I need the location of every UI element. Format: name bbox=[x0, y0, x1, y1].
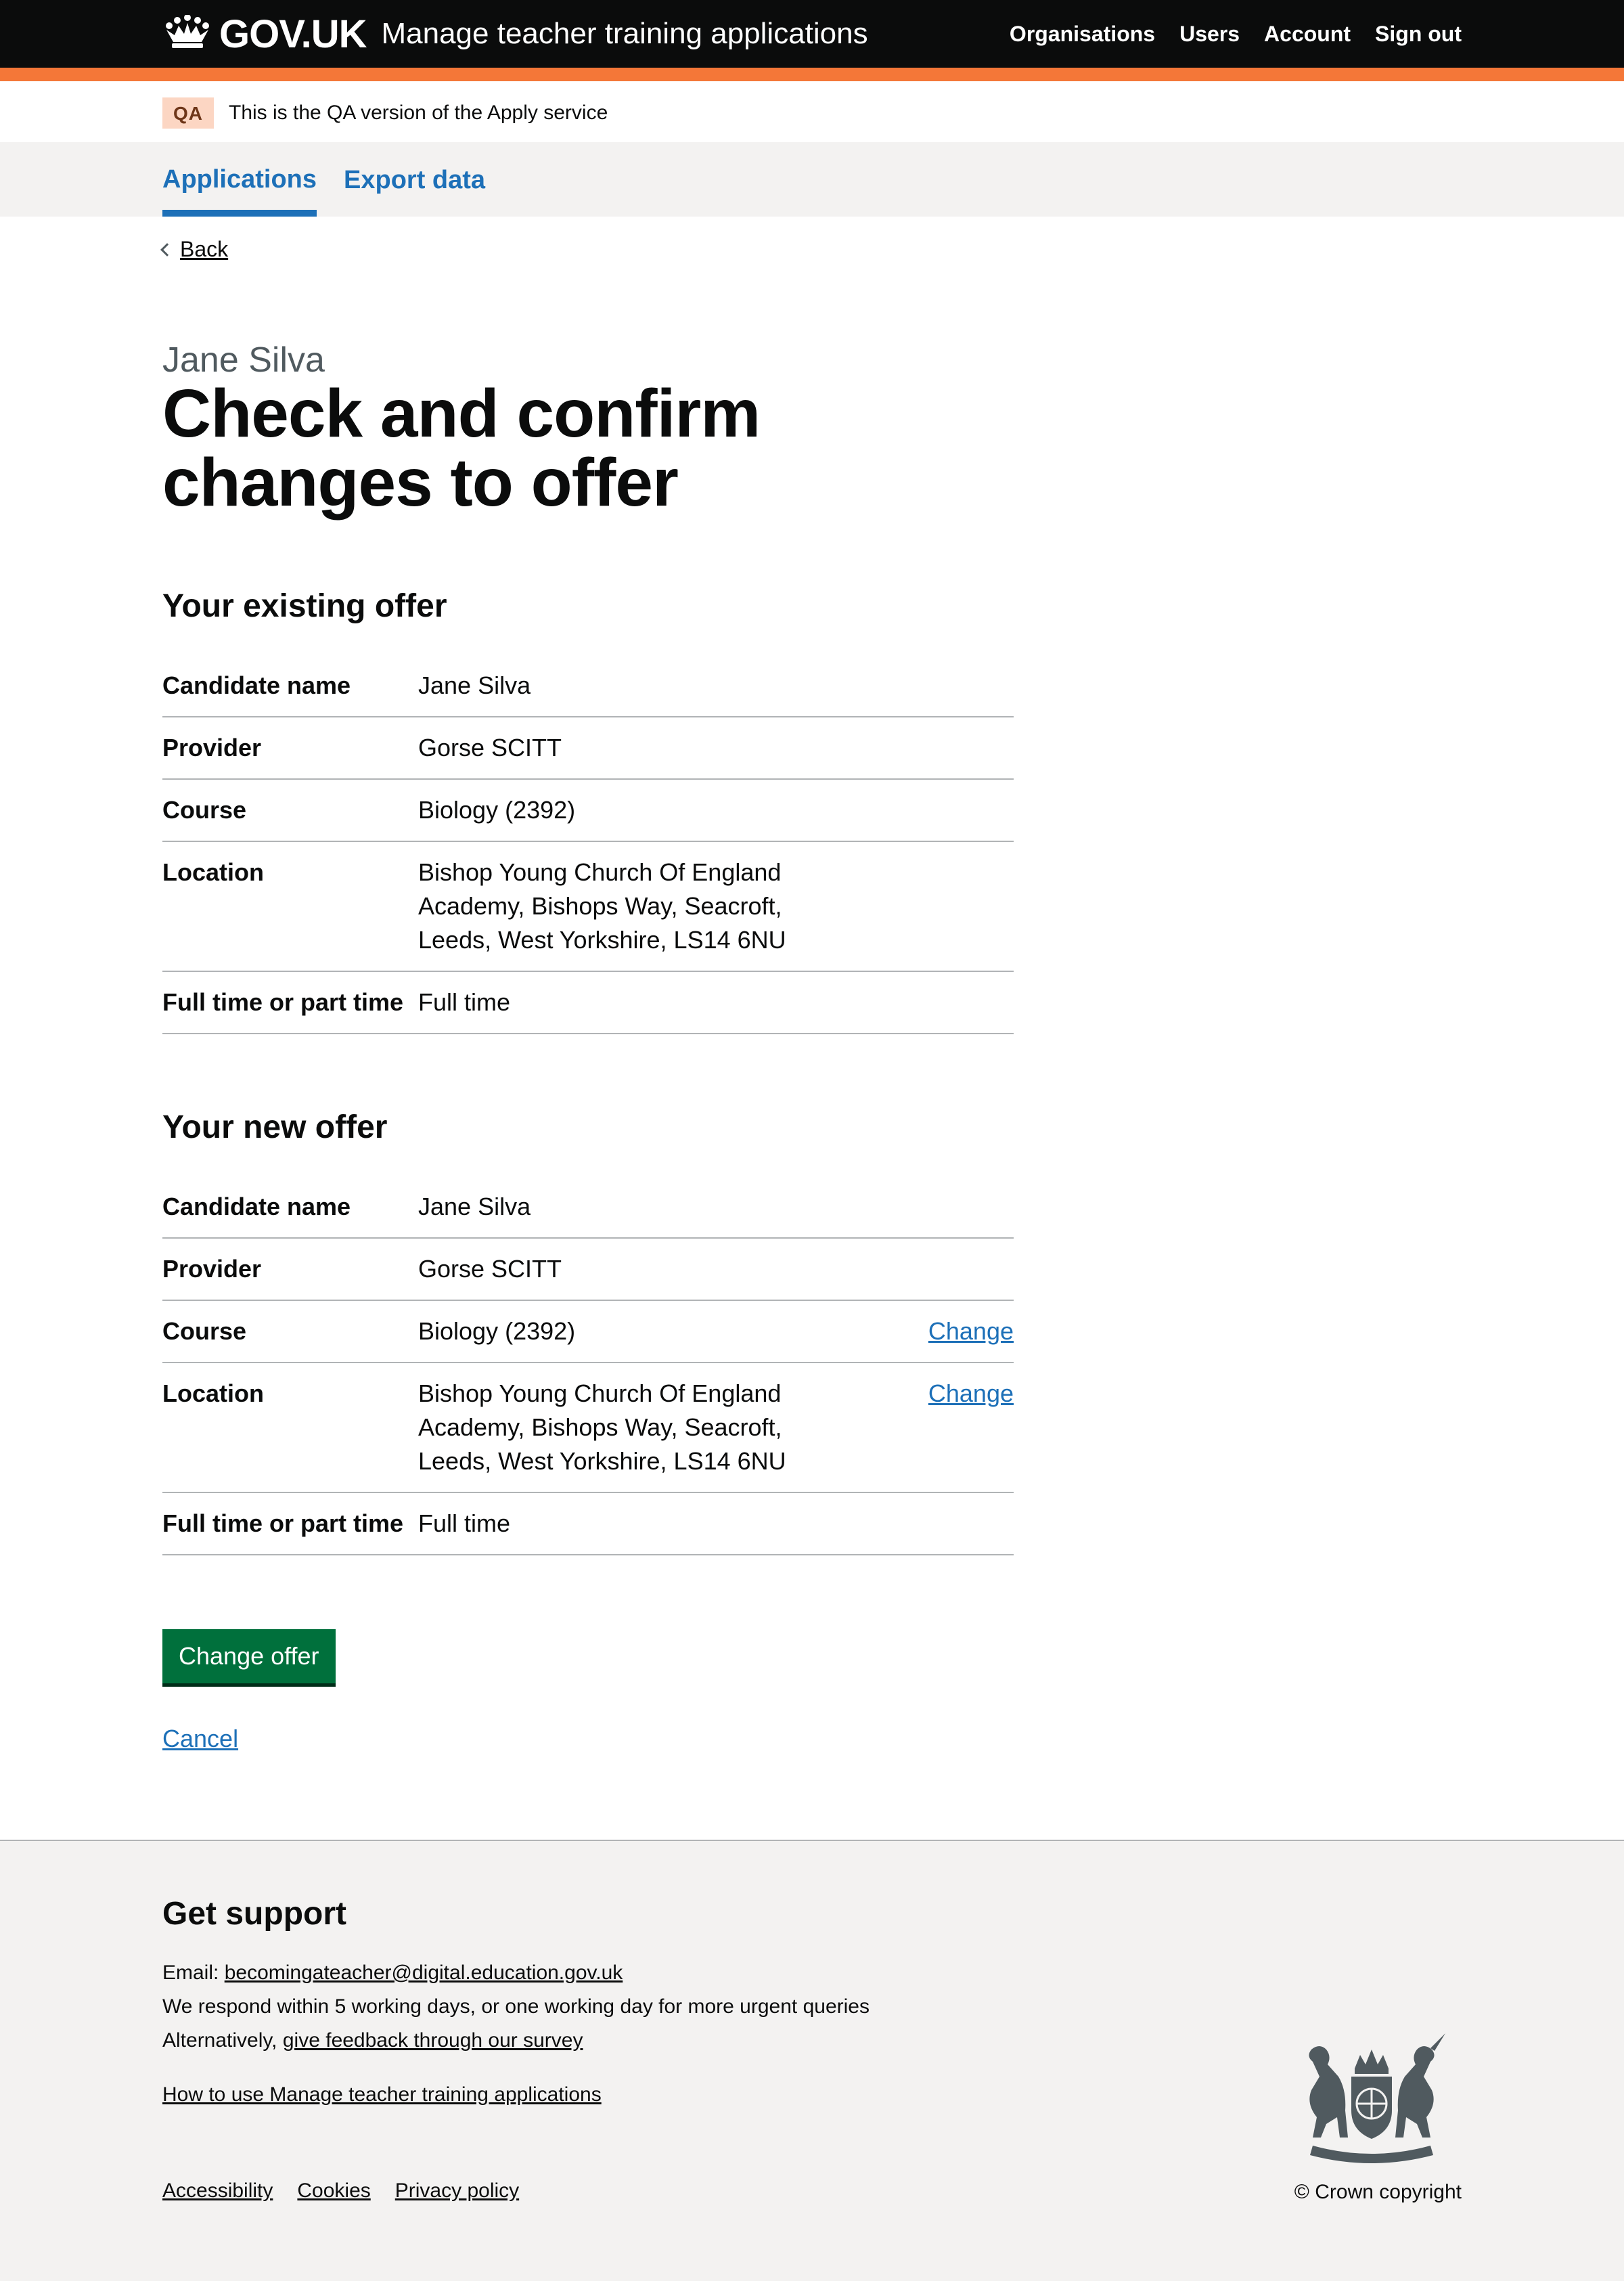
summary-row-provider: Provider Gorse SCITT bbox=[162, 717, 1014, 780]
change-course-link[interactable]: Change bbox=[928, 1317, 1014, 1345]
summary-key: Candidate name bbox=[162, 1193, 351, 1220]
footer-response-text: We respond within 5 working days, or one… bbox=[162, 1995, 870, 2018]
summary-key: Full time or part time bbox=[162, 988, 404, 1016]
summary-row-course: Course Biology (2392) bbox=[162, 780, 1014, 842]
royal-coat-of-arms-icon bbox=[1286, 2029, 1458, 2167]
summary-row-location: Location Bishop Young Church Of England … bbox=[162, 842, 1014, 972]
page-title: Check and confirm changes to offer bbox=[162, 376, 761, 521]
summary-value: Biology (2392) bbox=[418, 1317, 576, 1345]
summary-value: Full time bbox=[418, 988, 511, 1016]
footer-link-cookies[interactable]: Cookies bbox=[297, 2179, 370, 2202]
footer-heading: Get support bbox=[162, 1896, 346, 1932]
summary-value: Bishop Young Church Of England Academy, … bbox=[418, 858, 786, 954]
summary-value: Jane Silva bbox=[418, 671, 531, 699]
new-offer-heading: Your new offer bbox=[162, 1109, 388, 1145]
summary-action: Change bbox=[928, 1377, 1014, 1478]
phase-banner: QA This is the QA version of the Apply s… bbox=[0, 81, 1624, 142]
govuk-logo-text: GOV.UK bbox=[219, 12, 367, 56]
summary-row-study-mode: Full time or part time Full time bbox=[162, 972, 1014, 1034]
footer-alt-prefix: Alternatively, bbox=[162, 2029, 277, 2052]
summary-row-course: Course Biology (2392) Change bbox=[162, 1301, 1014, 1363]
summary-row-candidate-name: Candidate name Jane Silva bbox=[162, 655, 1014, 717]
crown-icon bbox=[162, 14, 219, 53]
summary-value: Gorse SCITT bbox=[418, 1255, 562, 1283]
back-link[interactable]: Back bbox=[180, 237, 228, 262]
footer-how-to-line: How to use Manage teacher training appli… bbox=[162, 2083, 602, 2106]
existing-offer-summary: Candidate name Jane Silva Provider Gorse… bbox=[162, 655, 1014, 1034]
footer-feedback-line: Alternatively, give feedback through our… bbox=[162, 2029, 583, 2052]
change-offer-button[interactable]: Change offer bbox=[162, 1629, 336, 1683]
header-nav: Organisations Users Account Sign out bbox=[1010, 22, 1462, 47]
summary-key: Course bbox=[162, 796, 247, 824]
footer-survey-link[interactable]: give feedback through our survey bbox=[283, 2029, 583, 2052]
site-footer: Get support Email: becomingateacher@digi… bbox=[0, 1840, 1624, 2281]
footer-email-label: Email: bbox=[162, 1962, 219, 1984]
header-nav-users[interactable]: Users bbox=[1179, 22, 1240, 47]
header-nav-sign-out[interactable]: Sign out bbox=[1375, 22, 1462, 47]
summary-key: Candidate name bbox=[162, 671, 351, 699]
summary-value: Gorse SCITT bbox=[418, 734, 562, 761]
footer-email-link[interactable]: becomingateacher@digital.education.gov.u… bbox=[225, 1962, 623, 1984]
summary-row-location: Location Bishop Young Church Of England … bbox=[162, 1363, 1014, 1493]
header-nav-organisations[interactable]: Organisations bbox=[1010, 22, 1155, 47]
new-offer-summary: Candidate name Jane Silva Provider Gorse… bbox=[162, 1176, 1014, 1555]
existing-offer-heading: Your existing offer bbox=[162, 588, 447, 624]
summary-value: Biology (2392) bbox=[418, 796, 576, 824]
primary-nav-export-data[interactable]: Export data bbox=[344, 142, 485, 217]
footer-how-to-link[interactable]: How to use Manage teacher training appli… bbox=[162, 2083, 602, 2106]
summary-key: Full time or part time bbox=[162, 1509, 404, 1537]
header-nav-account[interactable]: Account bbox=[1264, 22, 1351, 47]
primary-nav-applications[interactable]: Applications bbox=[162, 142, 317, 217]
summary-action: Change bbox=[928, 1314, 1014, 1348]
change-location-link[interactable]: Change bbox=[928, 1379, 1014, 1407]
phase-banner-text: This is the QA version of the Apply serv… bbox=[229, 102, 608, 124]
summary-key: Provider bbox=[162, 1255, 262, 1283]
crown-copyright-link[interactable]: © Crown copyright bbox=[1294, 2181, 1462, 2203]
phase-tag: QA bbox=[162, 97, 214, 129]
crown-copyright: © Crown copyright bbox=[1294, 2181, 1462, 2204]
service-name-link[interactable]: Manage teacher training applications bbox=[381, 17, 867, 51]
cancel-link[interactable]: Cancel bbox=[162, 1725, 238, 1753]
footer-link-accessibility[interactable]: Accessibility bbox=[162, 2179, 273, 2202]
back-link-container: Back bbox=[160, 237, 228, 262]
summary-row-study-mode: Full time or part time Full time bbox=[162, 1493, 1014, 1555]
summary-value: Full time bbox=[418, 1509, 511, 1537]
govuk-logo-link[interactable]: GOV.UK bbox=[162, 12, 367, 57]
footer-email-line: Email: becomingateacher@digital.educatio… bbox=[162, 1962, 623, 1985]
chevron-left-icon bbox=[160, 242, 174, 257]
page-caption: Jane Silva bbox=[162, 340, 325, 380]
footer-link-privacy-policy[interactable]: Privacy policy bbox=[395, 2179, 519, 2202]
summary-row-provider: Provider Gorse SCITT bbox=[162, 1239, 1014, 1301]
primary-nav: Applications Export data bbox=[0, 142, 1624, 217]
summary-value: Jane Silva bbox=[418, 1193, 531, 1220]
summary-key: Location bbox=[162, 858, 264, 886]
summary-key: Course bbox=[162, 1317, 247, 1345]
summary-key: Location bbox=[162, 1379, 264, 1407]
site-header: GOV.UK Manage teacher training applicati… bbox=[0, 0, 1624, 81]
summary-row-candidate-name: Candidate name Jane Silva bbox=[162, 1176, 1014, 1239]
footer-links: Accessibility Cookies Privacy policy bbox=[162, 2179, 519, 2202]
summary-value: Bishop Young Church Of England Academy, … bbox=[418, 1379, 786, 1475]
summary-key: Provider bbox=[162, 734, 262, 761]
